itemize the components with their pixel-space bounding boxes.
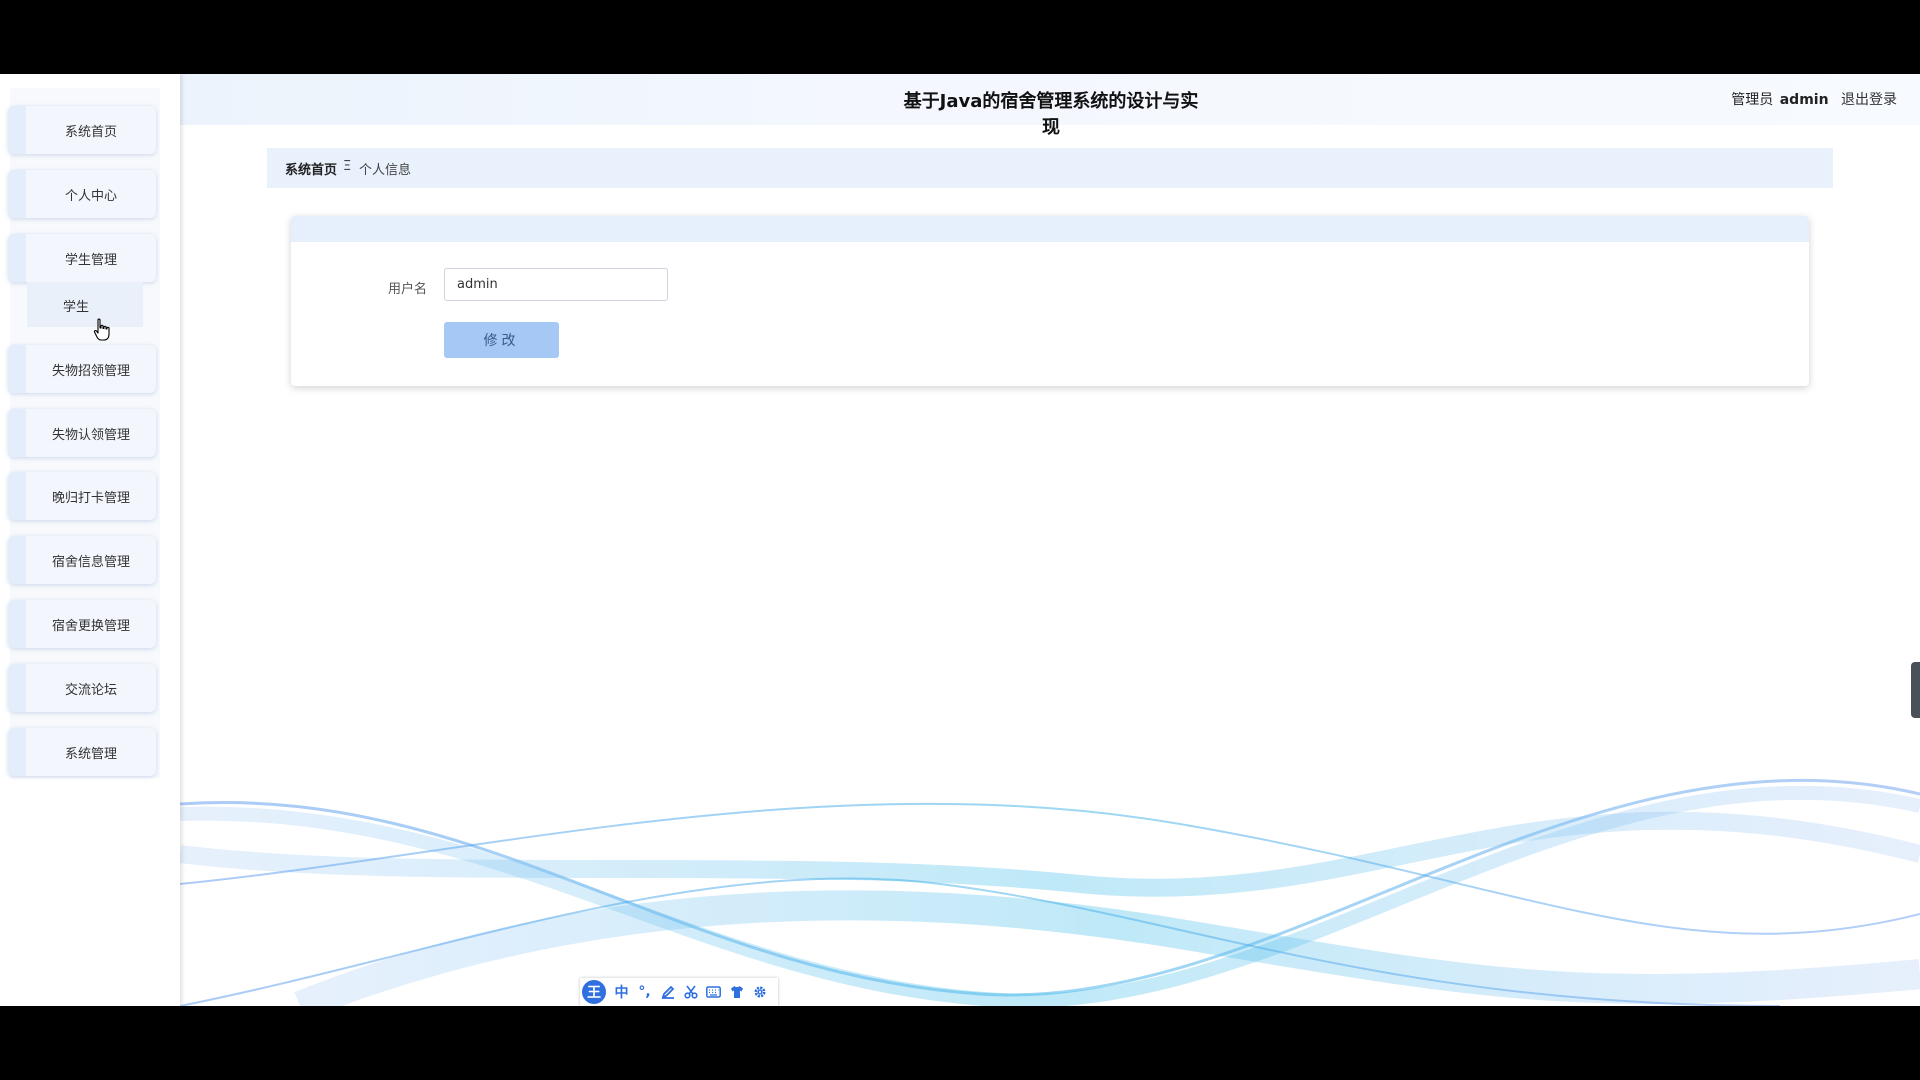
sidebar-item-profile[interactable]: 个人中心 [8,170,156,218]
ime-punctuation-icon[interactable]: °, [635,981,654,1003]
menu-item-accent [8,472,26,520]
sidebar-item-label: 宿舍更换管理 [51,618,130,634]
menu-item-accent [8,345,26,393]
sidebar-item-late-checkin[interactable]: 晚归打卡管理 [8,472,156,520]
sidebar: 系统首页 个人中心 学生管理 学生 失物招领管理 失物认领管理 晚归打卡管理 宿… [0,74,180,1006]
sidebar-item-label: 系统管理 [64,746,117,762]
screen-bottom-letterbox [0,1006,1920,1080]
user-role: 管理员 [1731,92,1774,108]
sidebar-item-label: 系统首页 [64,124,117,140]
sidebar-item-dorm-info[interactable]: 宿舍信息管理 [8,536,156,584]
username-label: 用户名 [388,282,428,297]
scissors-icon[interactable] [681,981,700,1003]
keyboard-icon[interactable] [704,981,723,1003]
menu-item-accent [8,728,26,776]
sidebar-item-lost-claim[interactable]: 失物认领管理 [8,409,156,457]
card-header-strip [291,216,1809,242]
gear-icon[interactable] [750,981,769,1003]
sidebar-item-label: 宿舍信息管理 [51,554,130,570]
breadcrumb-home-link[interactable]: 系统首页 [285,159,337,178]
menu-item-accent [8,600,26,648]
background-waves [180,778,1920,1006]
breadcrumb: 系统首页 Ξ 个人信息 [267,148,1833,188]
screen-top-letterbox [0,0,1920,74]
sidebar-item-label: 个人中心 [64,188,117,204]
sidebar-item-label: 晚归打卡管理 [51,490,130,506]
logout-link[interactable]: 退出登录 [1841,92,1897,108]
user-info: 管理员 admin 退出登录 [1731,89,1897,109]
sidebar-subitem-student[interactable]: 学生 [27,282,143,327]
hand-pointer-icon [93,318,110,341]
app-window: 系统首页 个人中心 学生管理 学生 失物招领管理 失物认领管理 晚归打卡管理 宿… [0,74,1920,1006]
sidebar-item-lost-found[interactable]: 失物招领管理 [8,345,156,393]
side-handle[interactable] [1911,662,1920,718]
user-name: admin [1779,92,1829,108]
sidebar-subitem-label: 学生 [63,300,90,315]
username-input[interactable] [444,268,668,301]
sidebar-item-label: 交流论坛 [64,682,117,698]
shirt-icon[interactable] [727,981,746,1003]
pen-icon[interactable] [658,981,677,1003]
breadcrumb-separator: Ξ [343,159,352,174]
ime-logo-icon[interactable]: 王 [582,980,606,1004]
sidebar-item-dorm-change[interactable]: 宿舍更换管理 [8,600,156,648]
menu-item-accent [8,234,26,282]
sidebar-item-home[interactable]: 系统首页 [8,106,156,154]
modify-button[interactable]: 修改 [444,322,559,358]
menu-item-accent [8,106,26,154]
ime-toolbar: 王 中 °, [580,978,778,1006]
sidebar-item-students[interactable]: 学生管理 [8,234,156,282]
sidebar-item-label: 失物认领管理 [51,427,130,443]
profile-form-card: 用户名 修改 [291,216,1809,386]
menu-item-accent [8,664,26,712]
menu-item-accent [8,409,26,457]
menu-item-accent [8,536,26,584]
site-title: 基于Java的宿舍管理系统的设计与实现 [903,91,1199,138]
breadcrumb-current: 个人信息 [359,163,412,178]
menu-item-accent [8,170,26,218]
sidebar-item-label: 失物招领管理 [51,363,130,379]
ime-chinese-mode-icon[interactable]: 中 [612,981,631,1003]
sidebar-item-system[interactable]: 系统管理 [8,728,156,776]
top-header: 基于Java的宿舍管理系统的设计与实现 管理员 admin 退出登录 [180,74,1920,138]
sidebar-item-forum[interactable]: 交流论坛 [8,664,156,712]
sidebar-item-label: 学生管理 [64,252,117,268]
